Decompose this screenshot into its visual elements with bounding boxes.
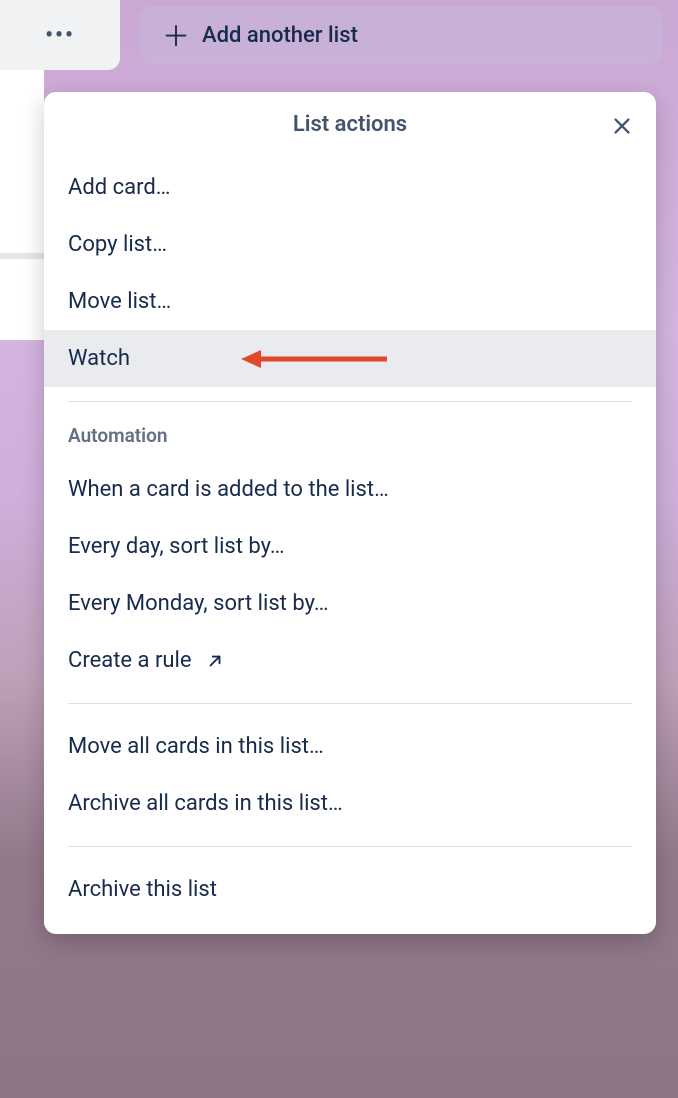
move-all-cards-item[interactable]: Move all cards in this list… [44,718,656,775]
list-column-edge [0,70,44,340]
menu-item-label: Move list… [68,289,171,314]
menu-item-label: Move all cards in this list… [68,734,324,759]
automation-section-header: Automation [44,416,656,461]
archive-this-list-item[interactable]: Archive this list [44,861,656,918]
automation-every-monday-sort-item[interactable]: Every Monday, sort list by… [44,575,656,632]
list-column-gap [0,253,44,259]
external-link-icon [206,652,224,670]
menu-item-label: Every Monday, sort list by… [68,591,329,616]
menu-item-label: Archive all cards in this list… [68,791,343,816]
menu-item-label: Add card… [68,175,170,200]
separator [68,846,632,847]
list-actions-trigger[interactable]: ••• [0,0,120,70]
list-actions-popover: List actions Add card… Copy list… Move l… [44,92,656,934]
move-list-item[interactable]: Move list… [44,273,656,330]
add-another-list-button[interactable]: ＋ Add another list [140,6,662,64]
create-rule-item[interactable]: Create a rule [44,632,656,689]
close-icon [611,115,633,137]
annotation-arrow-icon [239,347,389,371]
popover-title: List actions [293,112,407,137]
popover-header: List actions [44,92,656,159]
add-card-item[interactable]: Add card… [44,159,656,216]
separator [68,703,632,704]
copy-list-item[interactable]: Copy list… [44,216,656,273]
more-horizontal-icon: ••• [45,23,75,48]
menu-item-label: When a card is added to the list… [68,477,389,502]
menu-item-label: Create a rule [68,648,192,673]
automation-every-day-sort-item[interactable]: Every day, sort list by… [44,518,656,575]
add-list-label: Add another list [202,23,358,48]
close-button[interactable] [606,110,638,142]
menu-item-label: Copy list… [68,232,167,257]
menu-item-label: Archive this list [68,877,217,902]
archive-all-cards-item[interactable]: Archive all cards in this list… [44,775,656,832]
automation-when-card-added-item[interactable]: When a card is added to the list… [44,461,656,518]
menu-item-label: Watch [68,346,130,371]
menu-item-label: Every day, sort list by… [68,534,285,559]
watch-item[interactable]: Watch [44,330,656,387]
plus-icon: ＋ [162,15,190,55]
separator [68,401,632,402]
